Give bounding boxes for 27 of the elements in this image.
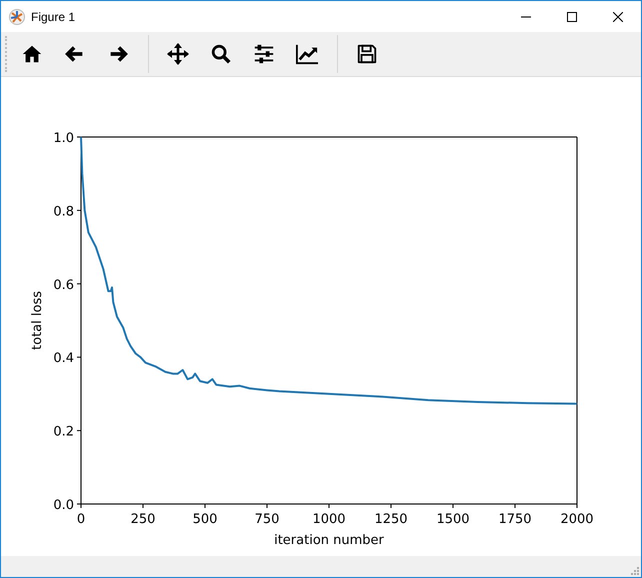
resize-grip-icon — [630, 566, 639, 575]
tick-label: 1750 — [498, 512, 532, 527]
tick-label: 1.0 — [53, 131, 74, 146]
y-axis-label: total loss — [30, 291, 45, 350]
tick-label: 500 — [192, 512, 218, 527]
tick-label: 0 — [76, 512, 86, 527]
tick-label: 0.6 — [53, 278, 74, 293]
tick-label: 0.0 — [53, 498, 74, 513]
tick-label: 2000 — [560, 512, 594, 527]
tick-label: 1250 — [374, 512, 408, 527]
tick-label: 1000 — [312, 512, 346, 527]
window-title: Figure 1 — [31, 10, 76, 24]
home-icon — [21, 43, 43, 65]
maximize-icon — [567, 12, 577, 22]
x-axis-label: iteration number — [274, 533, 384, 548]
tick-label: 1500 — [436, 512, 470, 527]
tick-label: 0.2 — [53, 424, 74, 440]
line-chart-icon — [295, 43, 319, 65]
move-arrows-icon — [166, 42, 190, 66]
app-logo-icon — [9, 8, 25, 24]
search-icon — [210, 43, 232, 65]
tick-label: 0.8 — [53, 204, 74, 220]
sliders-icon — [253, 43, 275, 65]
tick-label: 0.4 — [53, 351, 74, 366]
tick-label: 750 — [254, 512, 280, 527]
tick-label: 250 — [130, 512, 156, 527]
close-icon — [613, 12, 623, 22]
